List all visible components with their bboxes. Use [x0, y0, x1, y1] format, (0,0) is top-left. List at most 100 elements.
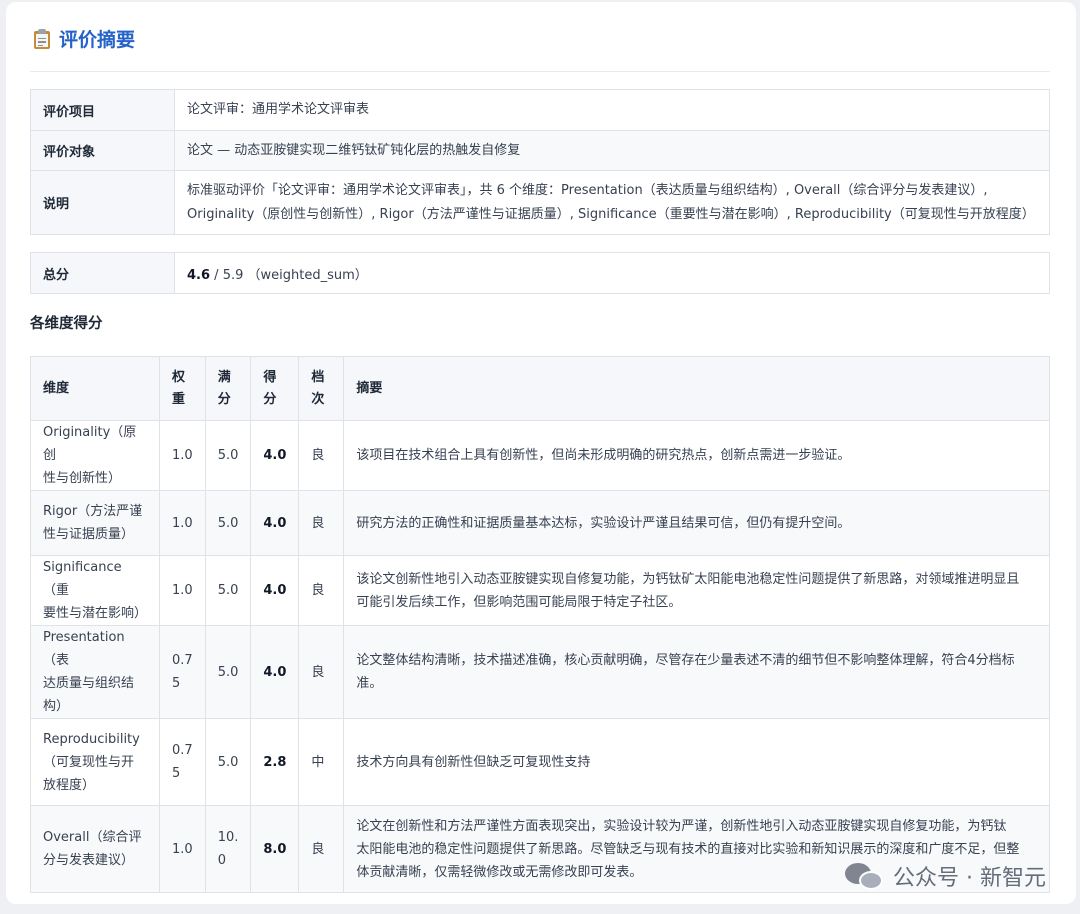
dimension-full-score: 5.0 [204, 555, 252, 626]
dimension-name: Originality（原创性与创新性） [30, 420, 160, 491]
dimension-name: Significance（重要性与潜在影响） [30, 555, 160, 626]
dimension-name-line: Originality（原创 [43, 425, 137, 463]
dimension-score: 8.0 [250, 805, 300, 893]
column-header: 摘要 [343, 356, 1050, 421]
dimension-weight-line: 5 [172, 676, 181, 691]
column-header-line: 摘要 [356, 380, 383, 396]
column-header-line: 重 [172, 391, 186, 407]
dimension-header-row: 维度权重满分得分档次摘要 [30, 356, 1050, 421]
dimension-name-line: Rigor（方法严谨 [43, 504, 143, 519]
dimension-summary: 技术方向具有创新性但缺乏可复现性支持 [343, 718, 1050, 806]
dimension-grade: 良 [298, 490, 345, 556]
dimension-row: Reproducibility （可复现性与开 放程度） 0.7 5 5.0 2.8 中技术方… [30, 718, 1050, 806]
column-header-line: 次 [311, 391, 325, 407]
column-header: 档次 [298, 356, 345, 421]
dimension-name-line: 放程度） [43, 777, 96, 793]
total-separator: / [210, 267, 223, 283]
dimension-name-line: 构） [43, 699, 70, 714]
dimension-summary-line: 论文在创新性和方法严谨性方面表现突出，实验设计较为严谨，创新性地引入动态亚胺键实… [356, 818, 1007, 834]
dimension-summary: 研究方法的正确性和证据质量基本达标，实验设计严谨且结果可信，但仍有提升空间。 [343, 490, 1050, 556]
dimension-name: Overall（综合评 分与发表建议） [30, 805, 160, 893]
dimension-weight-line: 1.0 [172, 841, 193, 857]
dimension-summary: 该论文创新性地引入动态亚胺键实现自修复功能，为钙钛矿太阳能电池稳定性问题提供了新… [343, 555, 1050, 626]
dimension-name-line: 性与创新性） [43, 471, 122, 486]
meta-value: 标准驱动评价「论文评审：通用学术论文评审表」，共 6 个维度：Presentat… [174, 170, 1050, 235]
dimension-summary-line: 论文整体结构清晰，技术描述准确，核心贡献明确，尽管存在少量表述不清的细节但不影响… [356, 653, 1015, 668]
dimension-name-line: 达质量与组织结 [43, 676, 135, 691]
dimension-score: 4.0 [250, 420, 300, 491]
total-table: 总分 4.6 / 5.9 （weighted_sum） [30, 252, 1050, 294]
column-header-line: 得 [263, 369, 277, 385]
column-header: 权重 [159, 356, 206, 421]
dimension-row: Rigor（方法严谨 性与证据质量） 1.0 5.0 4.0 良研究方法的正确性和证据质量… [30, 490, 1050, 556]
total-key: 总分 [30, 252, 175, 294]
dimension-name-line: Presentation（表 [43, 630, 125, 668]
dimension-weight-line: 5 [172, 766, 181, 781]
dimension-full-score-line: 5.0 [217, 754, 239, 770]
dimension-name-line: 性与证据质量） [43, 527, 135, 542]
dimension-summary-line: 技术方向具有创新性但缺乏可复现性支持 [356, 754, 591, 770]
description-line: 标准驱动评价「论文评审：通用学术论文评审表」，共 6 个维度：Presentat… [187, 182, 988, 198]
dimension-weight: 1.0 [159, 555, 206, 626]
meta-value: 论文 — 动态亚胺键实现二维钙钛矿钝化层的热触发自修复 [174, 130, 1050, 171]
dimension-summary-line: 可能引发后续工作，但影响范围可能局限于特定子社区。 [356, 594, 682, 610]
dimension-summary-line: 该项目在技术组合上具有创新性，但尚未形成明确的研究热点，创新点需进一步验证。 [356, 448, 851, 463]
meta-key: 评价对象 [30, 130, 175, 171]
dimension-weight-line: 1.0 [172, 515, 193, 531]
dimension-scores-title: 各维度得分 [30, 316, 103, 332]
clipboard-icon [32, 28, 52, 50]
meta-table: 评价项目 论文评审：通用学术论文评审表 评价对象 论文 — 动态亚胺键实现二维钙… [30, 89, 1050, 235]
dimension-name-line: （可复现性与开 [43, 754, 135, 770]
dimension-name-line: Significance（重 [43, 560, 122, 598]
dimension-summary-line: 准。 [356, 676, 383, 691]
dimension-summary-line: 太阳能电池的稳定性问题提供了新思路。尽管缺乏与现有技术的直接对比实验和新知识展示… [356, 841, 1020, 857]
meta-value: 论文评审：通用学术论文评审表 [174, 89, 1050, 131]
dimension-summary: 该项目在技术组合上具有创新性，但尚未形成明确的研究热点，创新点需进一步验证。 [343, 420, 1050, 491]
dimension-summary: 论文整体结构清晰，技术描述准确，核心贡献明确，尽管存在少量表述不清的细节但不影响… [343, 625, 1050, 719]
column-header: 维度 [30, 356, 160, 421]
dimension-grade: 中 [298, 718, 345, 806]
dimension-full-score: 5.0 [204, 420, 252, 491]
dimension-name-line: 要性与潜在影响） [43, 606, 148, 621]
column-header: 满分 [204, 356, 252, 421]
dimension-weight: 0.7 5 [159, 625, 206, 719]
dimension-name: Rigor（方法严谨 性与证据质量） [30, 490, 160, 556]
dimension-score: 4.0 [250, 625, 300, 719]
dimension-summary-line: 研究方法的正确性和证据质量基本达标，实验设计严谨且结果可信，但仍有提升空间。 [356, 515, 851, 531]
evaluation-card: 评价摘要 评价项目 论文评审：通用学术论文评审表 评价对象 论文 — 动态亚胺键… [6, 2, 1076, 904]
dimension-score: 4.0 [250, 490, 300, 556]
page-title: 评价摘要 [59, 29, 136, 51]
column-header-line: 档 [311, 369, 325, 385]
wechat-icon [845, 861, 885, 891]
column-header-line: 分 [217, 391, 231, 407]
total-method: （weighted_sum） [247, 267, 368, 283]
dimension-weight-line: 0.7 [172, 653, 193, 668]
column-header: 得分 [250, 356, 300, 421]
dimension-row: Presentation（表 达质量与组织结 构） 0.7 5 5.0 4.0 良论文整体结构… [30, 625, 1050, 719]
dimension-score: 2.8 [250, 718, 300, 806]
dimension-summary-line: 该论文创新性地引入动态亚胺键实现自修复功能，为钙钛矿太阳能电池稳定性问题提供了新… [356, 571, 1020, 587]
dimension-full-score-line: 5.0 [217, 583, 239, 598]
total-row: 总分 4.6 / 5.9 （weighted_sum） [30, 252, 1050, 294]
dimension-full-score-line: 5.0 [217, 448, 239, 463]
dimension-name-line: 分与发表建议） [43, 853, 135, 868]
meta-row-target: 评价对象 论文 — 动态亚胺键实现二维钙钛矿钝化层的热触发自修复 [30, 130, 1050, 171]
dimension-weight-line: 1.0 [172, 448, 193, 463]
dimension-full-score-line: 5.0 [217, 664, 239, 680]
dimension-weight: 1.0 [159, 805, 206, 893]
dimension-name: Reproducibility （可复现性与开 放程度） [30, 718, 160, 806]
meta-row-project: 评价项目 论文评审：通用学术论文评审表 [30, 89, 1050, 131]
column-header-line: 分 [263, 391, 277, 407]
dimension-weight: 1.0 [159, 490, 206, 556]
meta-key: 说明 [30, 170, 175, 235]
column-header-line: 权 [172, 369, 186, 385]
watermark: 公众号 · 新智元 [845, 860, 1046, 892]
meta-row-description: 说明 标准驱动评价「论文评审：通用学术论文评审表」，共 6 个维度：Presen… [30, 170, 1050, 235]
dimension-name-line: Reproducibility [43, 731, 140, 747]
dimension-full-score: 5.0 [204, 490, 252, 556]
dimension-weight: 1.0 [159, 420, 206, 491]
watermark-text: 公众号 · 新智元 [893, 866, 1046, 891]
dimension-full-score-line: 5.0 [217, 515, 239, 531]
dimension-weight-line: 0.7 [172, 743, 193, 758]
dimension-full-score-line: 0 [217, 853, 226, 868]
